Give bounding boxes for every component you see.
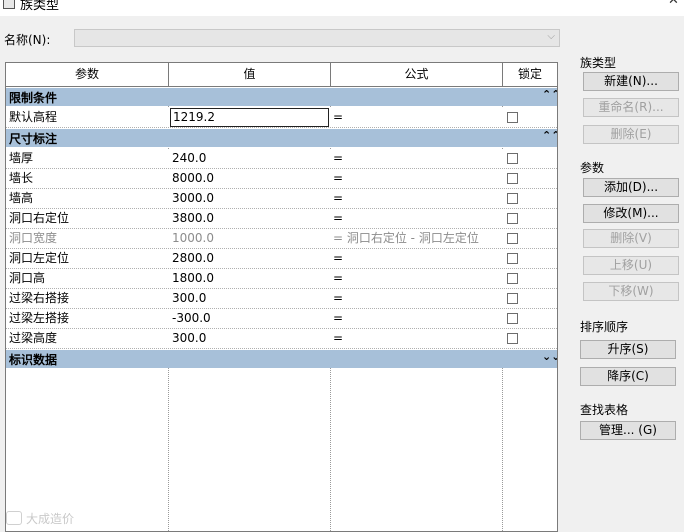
lock-checkbox[interactable]	[507, 273, 518, 284]
param-name: 墙厚	[9, 151, 34, 165]
close-icon[interactable]: ✕	[668, 0, 679, 8]
lock-checkbox[interactable]	[507, 112, 518, 123]
table-row[interactable]: 洞口右定位 3800.0 =	[6, 209, 557, 229]
name-combobox[interactable]: ⌵	[74, 29, 560, 47]
param-name: 墙长	[9, 171, 34, 185]
table-row[interactable]: 过梁高度 300.0 =	[6, 329, 557, 349]
lock-checkbox[interactable]	[507, 293, 518, 304]
group-header[interactable]: 尺寸标注 ⌃⌃	[6, 128, 557, 147]
param-name: 过梁右搭接	[9, 291, 70, 305]
lock-checkbox[interactable]	[507, 173, 518, 184]
header-formula[interactable]: 公式	[331, 63, 503, 86]
param-value[interactable]: 1000.0	[172, 229, 330, 248]
param-name: 过梁高度	[9, 331, 58, 345]
watermark: 大成造价	[6, 510, 74, 527]
param-formula[interactable]: =	[333, 329, 503, 348]
sort-order-label: 排序顺序	[580, 320, 629, 334]
name-label: 名称(N):	[4, 33, 51, 47]
group-label: 限制条件	[9, 91, 58, 105]
lock-checkbox[interactable]	[507, 313, 518, 324]
param-name: 洞口右定位	[9, 211, 70, 225]
table-row[interactable]: 洞口宽度 1000.0 = 洞口右定位 - 洞口左定位	[6, 229, 557, 249]
table-row[interactable]: 墙高 3000.0 =	[6, 189, 557, 209]
param-name: 过梁左搭接	[9, 311, 70, 325]
sort-ascending-button[interactable]: 升序(S)	[580, 340, 676, 359]
lock-checkbox[interactable]	[507, 193, 518, 204]
lock-checkbox[interactable]	[507, 253, 518, 264]
window-icon	[3, 0, 15, 9]
param-formula[interactable]: = 洞口右定位 - 洞口左定位	[333, 229, 503, 248]
param-value-input[interactable]: 1219.2	[170, 108, 329, 127]
group-header[interactable]: 限制条件 ⌃⌃	[6, 87, 557, 106]
param-formula[interactable]: =	[333, 169, 503, 188]
watermark-logo-icon	[6, 511, 22, 525]
param-formula[interactable]: =	[333, 189, 503, 208]
param-name: 默认高程	[9, 110, 58, 124]
group-label: 尺寸标注	[9, 132, 58, 146]
param-value[interactable]: 8000.0	[172, 169, 330, 188]
collapse-icon[interactable]: ⌃⌃	[542, 129, 557, 142]
table-row[interactable]: 默认高程 1219.2 =	[6, 108, 557, 128]
params-label: 参数	[580, 161, 605, 175]
param-formula[interactable]: =	[333, 209, 503, 228]
param-formula[interactable]: =	[333, 269, 503, 288]
table-row[interactable]: 墙厚 240.0 =	[6, 149, 557, 169]
modify-param-button[interactable]: 修改(M)...	[583, 204, 679, 223]
table-row[interactable]: 墙长 8000.0 =	[6, 169, 557, 189]
header-param[interactable]: 参数	[6, 63, 169, 86]
window-title: 族类型	[20, 0, 60, 13]
param-value[interactable]: 2800.0	[172, 249, 330, 268]
param-name: 墙高	[9, 191, 34, 205]
param-name: 洞口宽度	[9, 231, 58, 245]
param-value[interactable]: 240.0	[172, 149, 330, 168]
lock-checkbox[interactable]	[507, 153, 518, 164]
param-formula[interactable]: =	[333, 249, 503, 268]
delete-type-button[interactable]: 删除(E)	[583, 125, 679, 144]
grid-header: 参数 值 公式 锁定	[6, 63, 557, 87]
param-value[interactable]: 3800.0	[172, 209, 330, 228]
chevron-down-icon[interactable]: ⌵	[547, 31, 555, 42]
param-value[interactable]: 1800.0	[172, 269, 330, 288]
param-formula[interactable]: =	[333, 108, 503, 127]
rename-type-button[interactable]: 重命名(R)...	[583, 98, 679, 117]
header-value[interactable]: 值	[169, 63, 331, 86]
collapse-icon[interactable]: ⌃⌃	[542, 88, 557, 101]
title-bar: 族类型 ✕	[0, 0, 684, 16]
param-formula[interactable]: =	[333, 289, 503, 308]
lookup-tables-label: 查找表格	[580, 403, 629, 417]
header-lock[interactable]: 锁定	[503, 63, 557, 86]
param-value[interactable]: 3000.0	[172, 189, 330, 208]
expand-icon[interactable]: ⌄⌄	[542, 350, 557, 363]
table-row[interactable]: 洞口高 1800.0 =	[6, 269, 557, 289]
param-name: 洞口高	[9, 271, 46, 285]
param-formula[interactable]: =	[333, 149, 503, 168]
family-types-label: 族类型	[580, 56, 617, 70]
sort-descending-button[interactable]: 降序(C)	[580, 367, 676, 386]
add-param-button[interactable]: 添加(D)...	[583, 178, 679, 197]
table-row[interactable]: 过梁右搭接 300.0 =	[6, 289, 557, 309]
parameter-grid: 参数 值 公式 锁定 限制条件⌃⌃默认高程1219.2=尺寸标注⌃⌃墙厚240.…	[5, 62, 558, 532]
lock-checkbox[interactable]	[507, 233, 518, 244]
new-type-button[interactable]: 新建(N)...	[583, 72, 679, 91]
param-value[interactable]: 300.0	[172, 329, 330, 348]
param-value[interactable]: -300.0	[172, 309, 330, 328]
param-formula[interactable]: =	[333, 309, 503, 328]
lock-checkbox[interactable]	[507, 213, 518, 224]
table-row[interactable]: 洞口左定位 2800.0 =	[6, 249, 557, 269]
param-value[interactable]: 300.0	[172, 289, 330, 308]
lock-checkbox[interactable]	[507, 333, 518, 344]
group-label: 标识数据	[9, 353, 58, 367]
move-up-button[interactable]: 上移(U)	[583, 256, 679, 275]
delete-param-button[interactable]: 删除(V)	[583, 229, 679, 248]
param-name: 洞口左定位	[9, 251, 70, 265]
move-down-button[interactable]: 下移(W)	[583, 282, 679, 301]
manage-lookup-button[interactable]: 管理... (G)	[580, 421, 676, 440]
group-header[interactable]: 标识数据 ⌄⌄	[6, 349, 557, 368]
table-row[interactable]: 过梁左搭接 -300.0 =	[6, 309, 557, 329]
